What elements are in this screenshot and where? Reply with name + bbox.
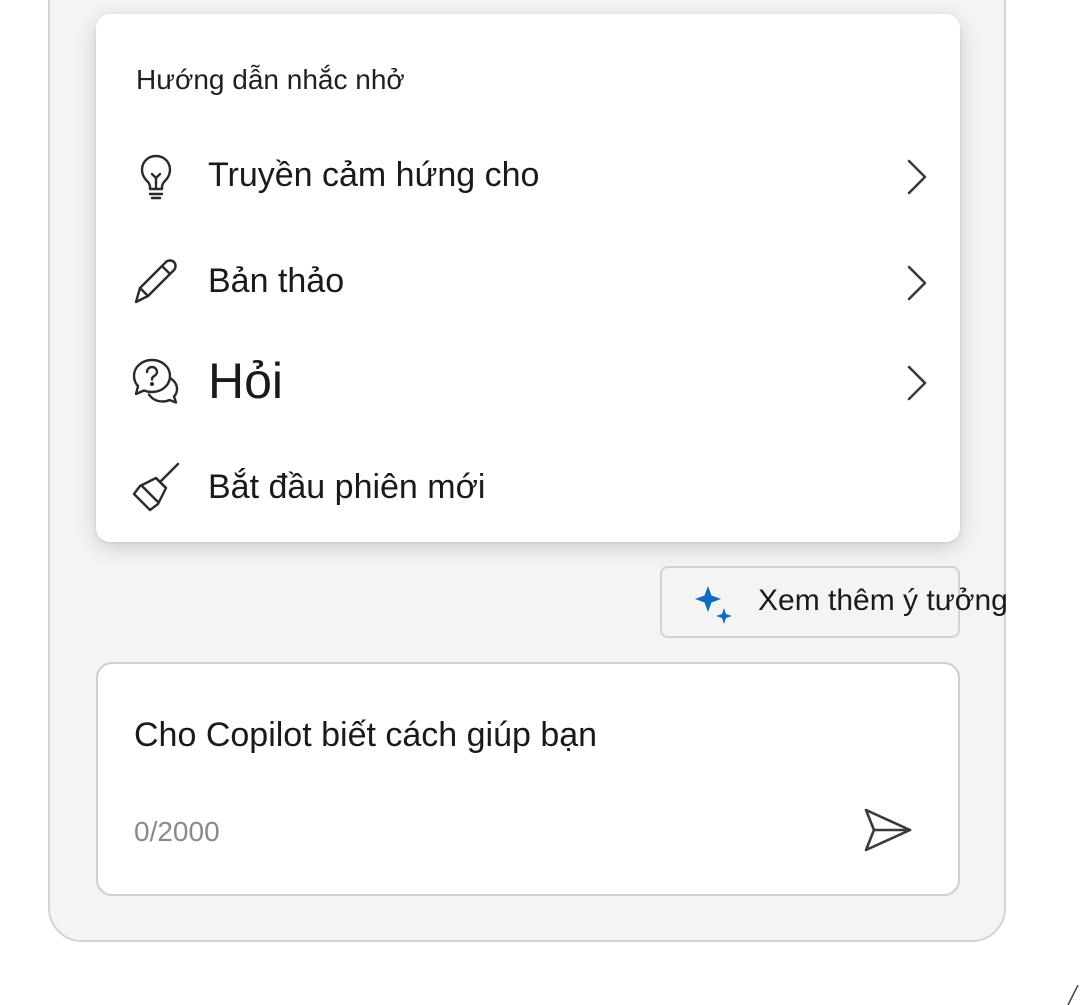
prompt-input[interactable] xyxy=(134,716,854,755)
send-icon[interactable] xyxy=(860,802,916,858)
menu-item-label: Bắt đầu phiên mới xyxy=(208,468,486,506)
character-count: 0/2000 xyxy=(134,816,220,847)
broom-icon xyxy=(132,462,180,512)
prompt-guide-menu: Hướng dẫn nhắc nhở Truyền cảm hứng cho B… xyxy=(96,14,960,542)
menu-item-label: Bản thảo xyxy=(208,262,345,300)
lightbulb-icon xyxy=(140,154,172,200)
menu-item-label: Truyền cảm hứng cho xyxy=(208,156,540,194)
menu-item-ask[interactable]: Hỏi xyxy=(96,336,960,426)
see-more-ideas-button[interactable]: Xem thêm ý tưởng xyxy=(660,566,1008,638)
menu-item-inspire[interactable]: Truyền cảm hứng cho xyxy=(96,130,960,220)
menu-item-draft[interactable]: Bản thảo xyxy=(96,236,960,326)
chevron-right-icon xyxy=(907,159,927,195)
pencil-icon xyxy=(134,259,177,304)
chat-composer: 0/2000 xyxy=(96,662,960,896)
see-more-ideas-label: Xem thêm ý tưởng xyxy=(758,584,1008,617)
chat-question-icon xyxy=(132,358,179,404)
sparkle-icon xyxy=(695,586,732,624)
menu-heading: Hướng dẫn nhắc nhở xyxy=(136,64,405,95)
menu-item-new-session[interactable]: Bắt đầu phiên mới xyxy=(96,442,960,532)
menu-item-label: Hỏi xyxy=(208,353,284,409)
window-corner-mark xyxy=(1067,985,1079,1005)
chevron-right-icon xyxy=(907,365,927,401)
chevron-right-icon xyxy=(907,265,927,301)
